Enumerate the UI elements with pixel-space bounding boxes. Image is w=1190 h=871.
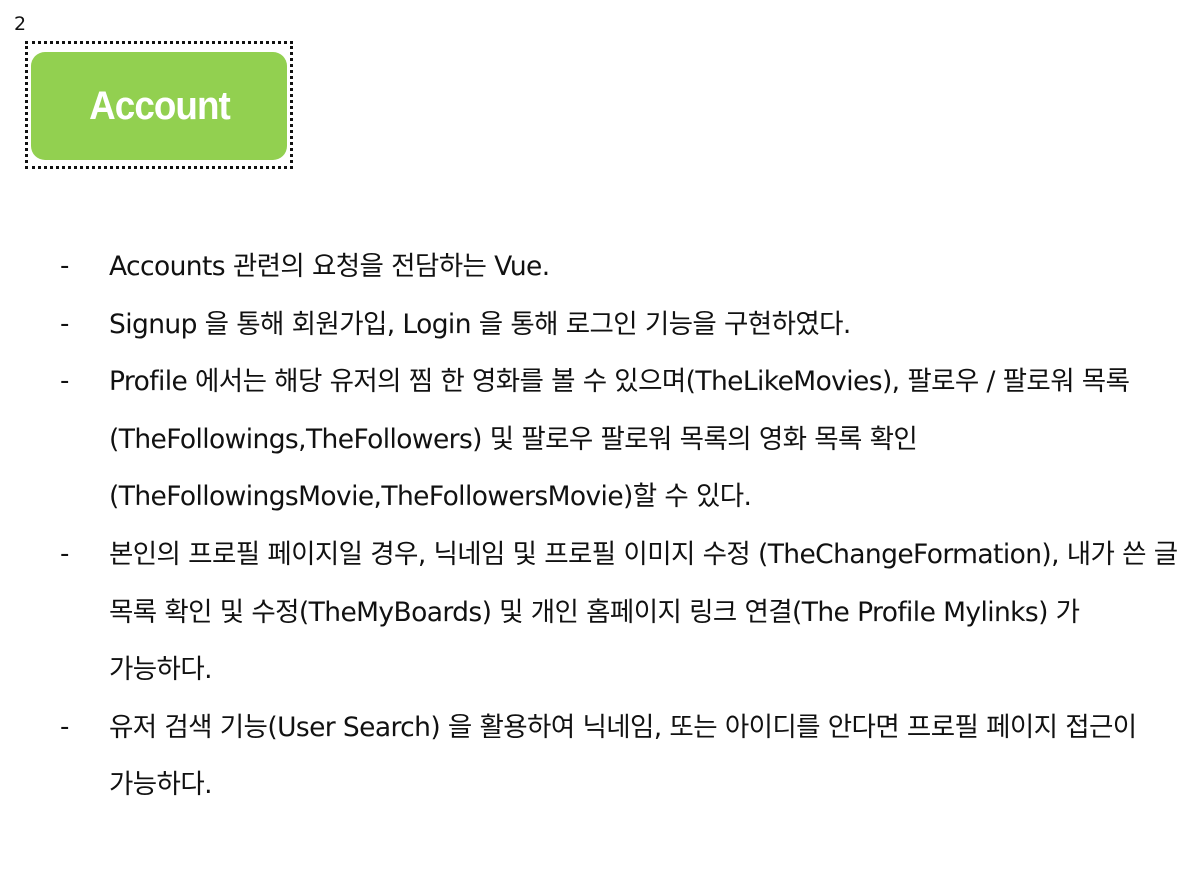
- bullet-dash: -: [60, 251, 70, 281]
- page-number: 2: [14, 13, 27, 35]
- bullet-text: Signup 을 통해 회원가입, Login 을 통해 로그인 기능을 구현하…: [109, 308, 851, 340]
- list-item: - 본인의 프로필 페이지일 경우, 닉네임 및 프로필 이미지 수정 (The…: [0, 526, 1190, 699]
- bullet-text: 본인의 프로필 페이지일 경우, 닉네임 및 프로필 이미지 수정 (TheCh…: [109, 538, 1178, 686]
- bullet-dash: -: [60, 538, 70, 569]
- list-item: - 유저 검색 기능(User Search) 을 활용하여 닉네임, 또는 아…: [0, 699, 1190, 814]
- bullet-dash: -: [60, 711, 70, 742]
- bullet-text: Profile 에서는 해당 유저의 찜 한 영화를 볼 수 있으며(TheLi…: [109, 366, 1130, 513]
- list-item: - Accounts 관련의 요청을 전담하는 Vue.: [0, 238, 1190, 296]
- list-item: - Profile 에서는 해당 유저의 찜 한 영화를 볼 수 있으며(The…: [0, 353, 1190, 526]
- badge-label: Account: [88, 83, 231, 128]
- account-badge: Account: [31, 52, 287, 160]
- bullet-text: 유저 검색 기능(User Search) 을 활용하여 닉네임, 또는 아이디…: [109, 711, 1137, 801]
- bullet-dash: -: [60, 366, 70, 397]
- list-item: - Signup 을 통해 회원가입, Login 을 통해 로그인 기능을 구…: [0, 296, 1190, 354]
- bullet-dash: -: [60, 308, 70, 339]
- bullet-list: - Accounts 관련의 요청을 전담하는 Vue. - Signup 을 …: [0, 238, 1190, 814]
- bullet-text: Accounts 관련의 요청을 전담하는 Vue.: [109, 251, 550, 282]
